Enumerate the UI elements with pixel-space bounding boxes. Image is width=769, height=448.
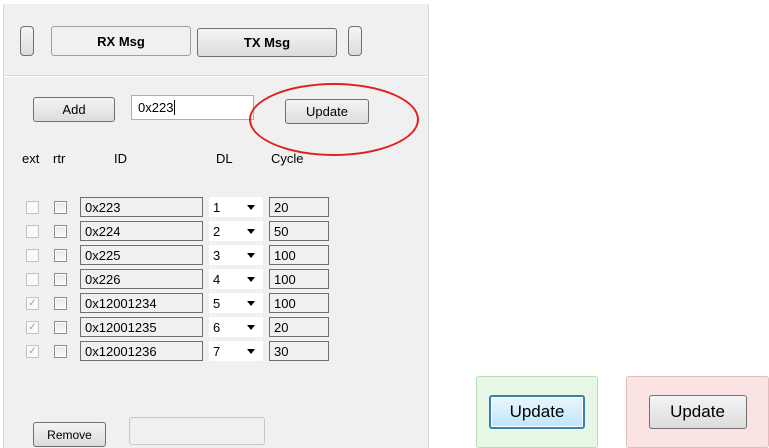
tab-rx-msg[interactable]: RX Msg bbox=[51, 26, 191, 56]
dropdown-arrow-icon bbox=[247, 276, 255, 282]
tab-scroll-left[interactable] bbox=[20, 26, 34, 56]
dropdown-arrow-icon bbox=[247, 300, 255, 306]
rtr-checkbox[interactable] bbox=[54, 225, 67, 238]
dl-value: 1 bbox=[213, 199, 221, 215]
dl-select[interactable]: 5 bbox=[209, 293, 263, 313]
id-field[interactable]: 0x224 bbox=[80, 221, 203, 241]
focused-update-example: Update bbox=[476, 376, 598, 448]
dropdown-arrow-icon bbox=[247, 228, 255, 234]
ext-checkbox[interactable]: ✓ bbox=[26, 321, 39, 334]
dl-value: 4 bbox=[213, 271, 221, 287]
dl-value: 6 bbox=[213, 319, 221, 335]
ext-checkbox[interactable] bbox=[26, 249, 39, 262]
rtr-checkbox[interactable] bbox=[54, 249, 67, 262]
rtr-checkbox[interactable] bbox=[54, 345, 67, 358]
rtr-checkbox[interactable] bbox=[54, 297, 67, 310]
add-button[interactable]: Add bbox=[33, 97, 115, 122]
rtr-checkbox[interactable] bbox=[54, 321, 67, 334]
dl-select[interactable]: 3 bbox=[209, 245, 263, 265]
dl-value: 2 bbox=[213, 223, 221, 239]
rtr-checkbox[interactable] bbox=[54, 201, 67, 214]
tab-scroll-right[interactable] bbox=[348, 26, 362, 56]
dropdown-arrow-icon bbox=[247, 348, 255, 354]
dropdown-arrow-icon bbox=[247, 324, 255, 330]
tab-separator bbox=[4, 75, 428, 77]
tab-tx-msg[interactable]: TX Msg bbox=[197, 28, 337, 57]
dropdown-arrow-icon bbox=[247, 252, 255, 258]
dl-value: 3 bbox=[213, 247, 221, 263]
ext-checkbox[interactable] bbox=[26, 273, 39, 286]
ext-checkbox[interactable] bbox=[26, 225, 39, 238]
cycle-field[interactable]: 100 bbox=[269, 245, 329, 265]
id-input-value: 0x223 bbox=[138, 100, 174, 115]
cycle-field[interactable]: 30 bbox=[269, 341, 329, 361]
cycle-field[interactable]: 20 bbox=[269, 317, 329, 337]
dl-select[interactable]: 1 bbox=[209, 197, 263, 217]
column-header-rtr: rtr bbox=[53, 151, 66, 166]
dl-value: 5 bbox=[213, 295, 221, 311]
ext-checkbox[interactable]: ✓ bbox=[26, 297, 39, 310]
update-button-focused[interactable]: Update bbox=[489, 395, 585, 429]
dl-select[interactable]: 4 bbox=[209, 269, 263, 289]
update-button-normal[interactable]: Update bbox=[648, 395, 747, 429]
column-header-id: ID bbox=[114, 151, 127, 166]
id-field[interactable]: 0x226 bbox=[80, 269, 203, 289]
dl-select[interactable]: 7 bbox=[209, 341, 263, 361]
cycle-field[interactable]: 100 bbox=[269, 269, 329, 289]
cycle-field[interactable]: 50 bbox=[269, 221, 329, 241]
id-field[interactable]: 0x12001235 bbox=[80, 317, 203, 337]
cycle-field[interactable]: 20 bbox=[269, 197, 329, 217]
highlight-circle bbox=[249, 83, 419, 156]
dl-select[interactable]: 6 bbox=[209, 317, 263, 337]
dl-value: 7 bbox=[213, 343, 221, 359]
can-message-panel: RX Msg TX Msg Add 0x223 Update ext rtr I… bbox=[3, 4, 429, 448]
rtr-checkbox[interactable] bbox=[54, 273, 67, 286]
id-field[interactable]: 0x223 bbox=[80, 197, 203, 217]
id-input[interactable]: 0x223 bbox=[131, 95, 254, 120]
id-field[interactable]: 0x225 bbox=[80, 245, 203, 265]
dropdown-arrow-icon bbox=[247, 204, 255, 210]
column-header-ext: ext bbox=[22, 151, 40, 166]
remove-button[interactable]: Remove bbox=[33, 422, 106, 447]
ext-checkbox[interactable]: ✓ bbox=[26, 345, 39, 358]
dl-select[interactable]: 2 bbox=[209, 221, 263, 241]
ext-checkbox[interactable] bbox=[26, 201, 39, 214]
column-header-cycle: Cycle bbox=[271, 151, 304, 166]
normal-update-example: Update bbox=[626, 376, 769, 448]
remove-id-field[interactable] bbox=[129, 417, 265, 445]
text-caret bbox=[174, 100, 176, 115]
id-field[interactable]: 0x12001234 bbox=[80, 293, 203, 313]
id-field[interactable]: 0x12001236 bbox=[80, 341, 203, 361]
column-header-dl: DL bbox=[216, 151, 233, 166]
cycle-field[interactable]: 100 bbox=[269, 293, 329, 313]
